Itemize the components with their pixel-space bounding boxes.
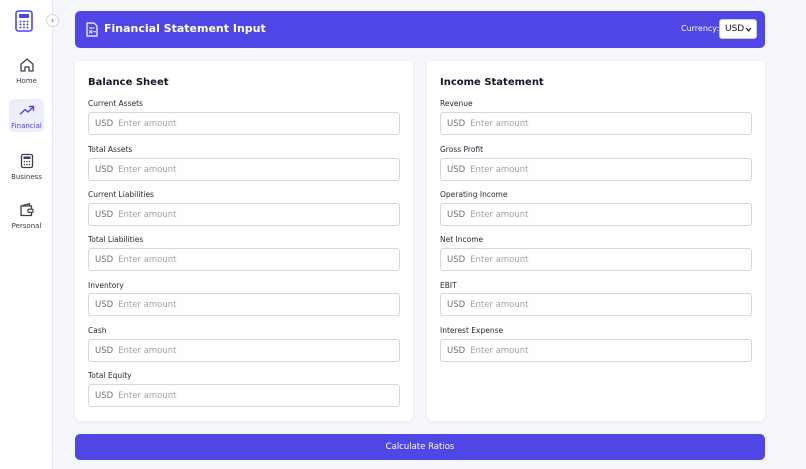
balance-sheet-title: Balance Sheet xyxy=(88,77,169,88)
currency-value: USD xyxy=(725,24,745,34)
inventory-input[interactable]: USD Enter amount xyxy=(88,293,400,316)
gross-profit-input[interactable]: USD Enter amount xyxy=(440,158,752,181)
interest-expense-label: Interest Expense xyxy=(440,326,504,335)
currency-prefix: USD xyxy=(447,118,466,129)
cash-input[interactable]: USD Enter amount xyxy=(88,339,400,362)
net-income-input[interactable]: USD Enter amount xyxy=(440,248,752,271)
sidebar-item-label: Personal xyxy=(11,221,42,230)
currency-prefix: USD xyxy=(95,164,114,175)
sidebar-item-label: Business xyxy=(11,172,42,181)
sidebar-item-home[interactable]: Home xyxy=(9,54,44,87)
sidebar-item-personal[interactable]: Personal xyxy=(9,199,44,232)
currency-prefix: USD xyxy=(95,345,114,356)
document-calculator-icon xyxy=(86,22,98,37)
input-placeholder: Enter amount xyxy=(118,118,177,129)
input-placeholder: Enter amount xyxy=(470,209,529,220)
currency-prefix: USD xyxy=(447,209,466,220)
revenue-label: Revenue xyxy=(440,99,473,108)
income-statement-card: Income Statement Revenue USD Enter amoun… xyxy=(427,61,765,421)
chevron-down-icon xyxy=(745,27,752,32)
currency-label: Currency: xyxy=(681,24,720,33)
currency-prefix: USD xyxy=(447,299,466,310)
currency-select[interactable]: USD xyxy=(719,19,757,39)
currency-prefix: USD xyxy=(95,118,114,129)
input-placeholder: Enter amount xyxy=(118,345,177,356)
operating-income-input[interactable]: USD Enter amount xyxy=(440,203,752,226)
current-assets-input[interactable]: USD Enter amount xyxy=(88,112,400,135)
input-placeholder: Enter amount xyxy=(118,299,177,310)
page-title: Financial Statement Input xyxy=(104,22,266,35)
current-assets-label: Current Assets xyxy=(88,99,143,108)
income-statement-title: Income Statement xyxy=(440,77,544,88)
gross-profit-label: Gross Profit xyxy=(440,145,484,154)
net-income-label: Net Income xyxy=(440,235,484,244)
revenue-input[interactable]: USD Enter amount xyxy=(440,112,752,135)
balance-sheet-card: Balance Sheet Current Assets USD Enter a… xyxy=(75,61,413,421)
input-placeholder: Enter amount xyxy=(470,345,529,356)
input-placeholder: Enter amount xyxy=(118,209,177,220)
sidebar-item-label: Home xyxy=(16,76,37,85)
sidebar-item-label: Financial xyxy=(11,121,42,130)
total-assets-label: Total Assets xyxy=(88,145,133,154)
current-liabilities-label: Current Liabilities xyxy=(88,190,154,199)
currency-prefix: USD xyxy=(447,254,466,265)
sidebar-toggle-button[interactable]: › xyxy=(46,14,59,27)
calculator-icon xyxy=(20,153,33,168)
current-liabilities-input[interactable]: USD Enter amount xyxy=(88,203,400,226)
calculator-logo-icon[interactable] xyxy=(15,10,33,32)
currency-prefix: USD xyxy=(95,209,114,220)
currency-prefix: USD xyxy=(95,254,114,265)
sidebar-item-business[interactable]: Business xyxy=(9,150,44,183)
operating-income-label: Operating Income xyxy=(440,190,508,199)
sidebar: Home Financial Business Personal xyxy=(0,0,53,469)
interest-expense-input[interactable]: USD Enter amount xyxy=(440,339,752,362)
calculate-ratios-button[interactable]: Calculate Ratios xyxy=(75,434,765,460)
input-placeholder: Enter amount xyxy=(470,164,529,175)
currency-prefix: USD xyxy=(95,299,114,310)
currency-prefix: USD xyxy=(447,345,466,356)
home-icon xyxy=(19,57,34,72)
input-placeholder: Enter amount xyxy=(470,254,529,265)
input-placeholder: Enter amount xyxy=(118,164,177,175)
page-header: Financial Statement Input Currency: USD xyxy=(75,11,765,48)
cash-label: Cash xyxy=(88,326,107,335)
ebit-input[interactable]: USD Enter amount xyxy=(440,293,752,316)
total-liabilities-input[interactable]: USD Enter amount xyxy=(88,248,400,271)
total-equity-label: Total Equity xyxy=(88,371,132,380)
currency-prefix: USD xyxy=(95,390,114,401)
trending-up-icon xyxy=(19,105,34,115)
sidebar-item-financial[interactable]: Financial xyxy=(9,99,44,132)
chevron-right-icon: › xyxy=(50,16,55,25)
input-placeholder: Enter amount xyxy=(118,254,177,265)
input-placeholder: Enter amount xyxy=(118,390,177,401)
total-liabilities-label: Total Liabilities xyxy=(88,235,144,244)
total-assets-input[interactable]: USD Enter amount xyxy=(88,158,400,181)
currency-prefix: USD xyxy=(447,164,466,175)
wallet-icon xyxy=(19,202,34,216)
inventory-label: Inventory xyxy=(88,281,124,290)
input-placeholder: Enter amount xyxy=(470,118,529,129)
input-placeholder: Enter amount xyxy=(470,299,529,310)
total-equity-input[interactable]: USD Enter amount xyxy=(88,384,400,407)
ebit-label: EBIT xyxy=(440,281,457,290)
